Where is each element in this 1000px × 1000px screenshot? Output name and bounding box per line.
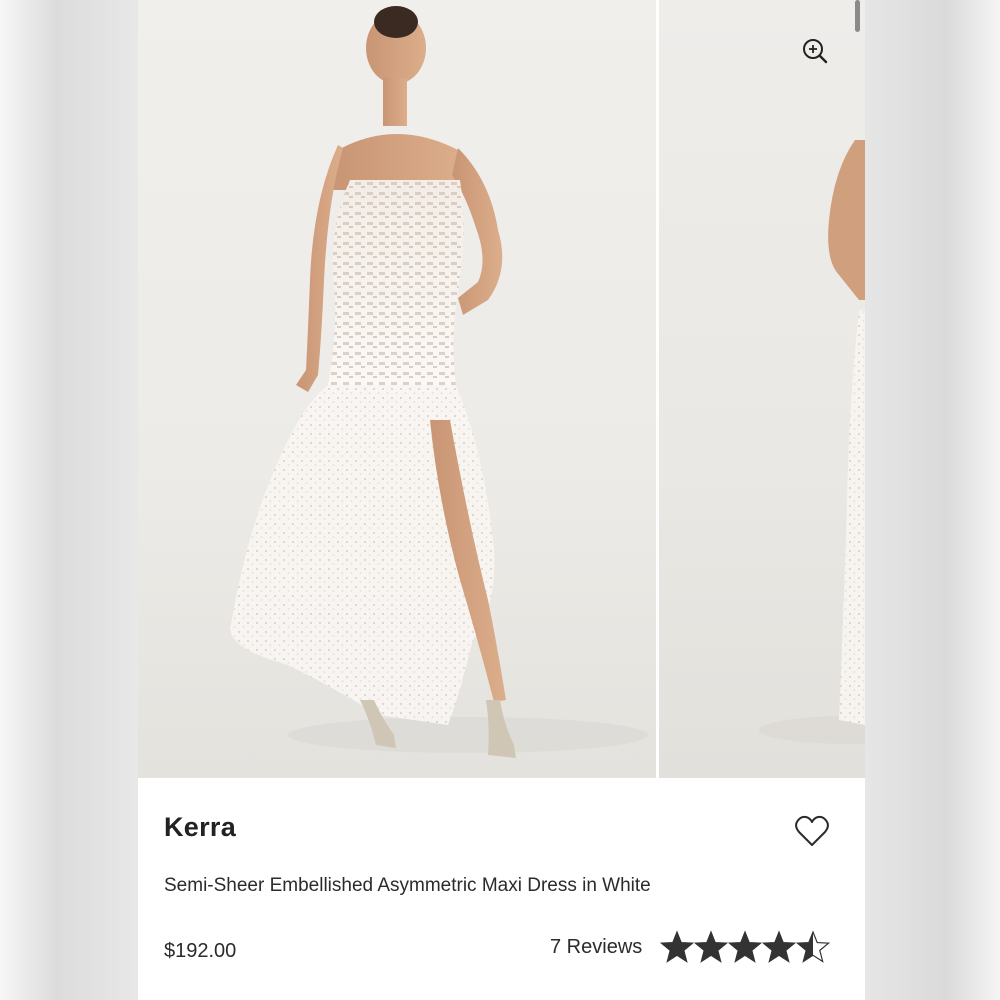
- brand-name[interactable]: Kerra: [164, 812, 236, 843]
- product-card: Kerra Semi-Sheer Embellished Asymmetric …: [138, 0, 865, 1000]
- background-right: [864, 0, 1000, 1000]
- zoom-in-icon: [803, 39, 828, 64]
- zoom-in-button[interactable]: [800, 36, 830, 66]
- heart-outline-icon: [795, 815, 829, 846]
- background-left: [0, 0, 140, 1000]
- star-rating[interactable]: [660, 930, 830, 966]
- favorite-button[interactable]: [794, 814, 830, 848]
- reviews-link[interactable]: 7 Reviews: [550, 936, 642, 959]
- image-gallery[interactable]: [138, 0, 865, 778]
- scrollbar-thumb[interactable]: [855, 0, 860, 32]
- dress-illustration-front: [230, 6, 648, 758]
- product-price: $192.00: [164, 940, 237, 962]
- star-icon: [796, 930, 830, 963]
- star-icon: [694, 930, 728, 963]
- star-icon: [660, 930, 694, 963]
- product-photo-main[interactable]: [138, 0, 656, 778]
- star-icon: [762, 930, 796, 963]
- product-title: Semi-Sheer Embellished Asymmetric Maxi D…: [164, 875, 651, 896]
- product-photo-second[interactable]: [659, 0, 865, 778]
- star-icon: [728, 930, 762, 963]
- dress-illustration-side: [759, 140, 865, 744]
